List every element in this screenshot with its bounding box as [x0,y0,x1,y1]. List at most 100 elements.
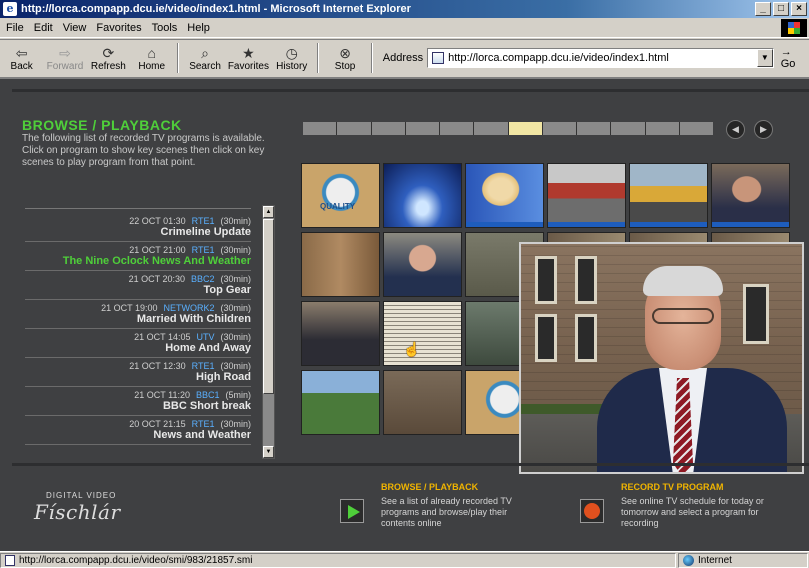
program-meta: 22 OCT 01:30 RTE1 (30min) [129,216,251,226]
go-button[interactable]: → Go [781,46,809,70]
keyframe-thumbnail[interactable] [711,163,790,228]
timeline-segment[interactable] [611,122,645,135]
keyframe-thumbnail[interactable] [301,232,380,297]
stop-button[interactable]: ⊗ Stop [323,41,366,76]
timeline-segment[interactable] [542,122,576,135]
keyframe-thumbnail[interactable] [465,163,544,228]
program-channel: BBC1 [195,390,220,400]
program-list-scrollbar[interactable]: ▲ ▼ [262,205,275,459]
menu-file[interactable]: File [6,22,24,34]
menu-view[interactable]: View [63,22,87,34]
favorites-button[interactable]: ★ Favorites [227,41,270,76]
program-meta: 20 OCT 21:15 RTE1 (30min) [129,419,251,429]
keyframe-thumbnail[interactable] [383,232,462,297]
close-button[interactable]: × [791,2,807,16]
keyframe-thumbnail[interactable] [301,301,380,366]
program-title[interactable]: BBC Short break [25,400,251,412]
program-meta: 21 OCT 12:30 RTE1 (30min) [129,361,251,371]
program-title[interactable]: Crimeline Update [25,226,251,238]
page-viewport: BROWSE / PLAYBACK The following list of … [0,77,809,551]
footer-record-title[interactable]: RECORD TV PROGRAM [621,482,724,492]
refresh-button[interactable]: ⟳ Refresh [87,41,130,76]
menu-tools[interactable]: Tools [152,22,178,34]
footer-browse-title[interactable]: BROWSE / PLAYBACK [381,482,478,492]
scroll-down-arrow-icon[interactable]: ▼ [263,446,274,458]
browse-play-button[interactable] [340,499,364,523]
menu-favorites[interactable]: Favorites [96,22,141,34]
program-duration: (30min) [220,419,251,429]
timeline-segment[interactable] [645,122,679,135]
program-title[interactable]: The Nine Oclock News And Weather [25,255,251,267]
menu-edit[interactable]: Edit [34,22,53,34]
timeline-segment[interactable] [337,122,371,135]
address-input[interactable]: http://lorca.compapp.dcu.ie/video/index1… [427,48,774,68]
status-url: http://lorca.compapp.dcu.ie/video/smi/98… [19,554,253,566]
address-value: http://lorca.compapp.dcu.ie/video/index1… [448,52,669,64]
program-list-item[interactable]: 21 OCT 14:05 UTV (30min) Home And Away [25,329,251,358]
back-button[interactable]: ⇦ Back [0,41,43,76]
program-duration: (5min) [225,390,251,400]
timeline-segment[interactable] [577,122,611,135]
timeline-segment[interactable] [405,122,439,135]
maximize-button[interactable]: □ [773,2,789,16]
keyframe-thumbnail[interactable] [547,163,626,228]
program-channel: UTV [196,332,215,342]
scroll-up-arrow-icon[interactable]: ▲ [263,206,274,218]
status-zone-panel: Internet [678,552,808,568]
menu-bar: File Edit View Favorites Tools Help [0,18,809,38]
timeline-segment[interactable] [474,122,508,135]
timeline-segment[interactable] [440,122,474,135]
program-list-item[interactable]: 21 OCT 12:30 RTE1 (30min) High Road [25,358,251,387]
program-duration: (30min) [220,332,251,342]
ie-icon: e [3,2,17,16]
program-list-item[interactable]: 22 OCT 01:30 RTE1 (30min) Crimeline Update [25,213,251,242]
video-preview[interactable] [519,242,804,474]
page-icon [5,554,15,566]
program-title[interactable]: Home And Away [25,342,251,354]
program-meta: 21 OCT 11:20 BBC1 (5min) [134,390,251,400]
record-button[interactable] [580,499,604,523]
program-channel: RTE1 [191,419,215,429]
minimize-button[interactable]: _ [755,2,771,16]
history-button[interactable]: ◷ History [270,41,313,76]
timeline-segment[interactable] [508,122,542,135]
program-list: 22 OCT 01:30 RTE1 (30min) Crimeline Update 2… [25,205,251,445]
browse-playback-heading: BROWSE / PLAYBACK [22,117,182,133]
program-duration: (30min) [220,274,251,284]
keyframe-thumbnail[interactable]: QUALITY [301,163,380,228]
search-button[interactable]: ⌕ Search [183,41,226,76]
program-meta: 21 OCT 20:30 BBC2 (30min) [128,274,251,284]
program-list-item[interactable]: 20 OCT 21:15 RTE1 (30min) News and Weather [25,416,251,445]
keyframe-thumbnail[interactable] [383,163,462,228]
program-list-item[interactable]: 21 OCT 19:00 NETWORK2 (30min) Married With … [25,300,251,329]
play-icon [348,505,360,519]
timeline-segment[interactable] [303,122,337,135]
previous-button[interactable]: ◀ [726,120,745,139]
program-title[interactable]: Top Gear [25,284,251,296]
forward-button[interactable]: ⇨ Forward [43,41,86,76]
address-dropdown-button[interactable]: ▼ [756,49,773,67]
home-button[interactable]: ⌂ Home [130,41,173,76]
keyframe-thumbnail[interactable] [629,163,708,228]
keyframe-thumbnail[interactable] [383,301,462,366]
timeline-segment[interactable] [679,122,713,135]
keyframe-thumbnail[interactable] [301,370,380,435]
timeline-segment[interactable] [371,122,405,135]
next-button[interactable]: ▶ [754,120,773,139]
menu-help[interactable]: Help [187,22,210,34]
footer-browse-desc: See a list of already recorded TV progra… [381,496,512,528]
favorites-icon: ★ [242,44,255,61]
footer-record-desc: See online TV schedule for today or tomo… [621,496,764,528]
program-title[interactable]: News and Weather [25,429,251,441]
program-duration: (30min) [220,361,251,371]
program-title[interactable]: Married With Children [25,313,251,325]
program-list-item[interactable]: 21 OCT 20:30 BBC2 (30min) Top Gear [25,271,251,300]
toolbar: ⇦ Back ⇨ Forward ⟳ Refresh ⌂ Home ⌕ Search ★ F… [0,39,809,76]
program-list-item[interactable]: 21 OCT 11:20 BBC1 (5min) BBC Short break [25,387,251,416]
scroll-thumb[interactable] [263,219,274,394]
timeline-bar[interactable] [303,122,713,135]
program-title[interactable]: High Road [25,371,251,383]
program-list-item[interactable]: 21 OCT 21:00 RTE1 (30min) The Nine Oclock N… [25,242,251,271]
keyframe-thumbnail[interactable] [383,370,462,435]
windows-logo-icon [781,19,807,37]
